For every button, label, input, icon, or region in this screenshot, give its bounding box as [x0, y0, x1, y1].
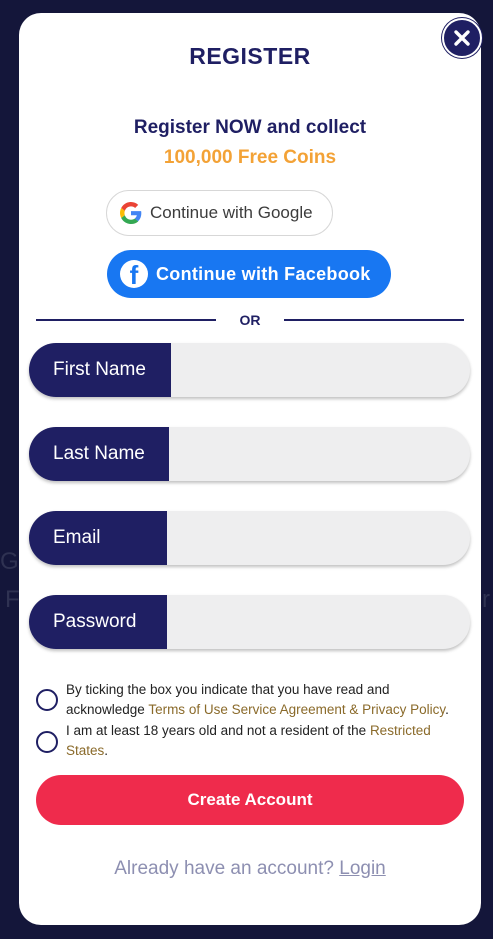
- background-text-fragment: r: [482, 586, 490, 613]
- age-text: I am at least 18 years old and not a res…: [66, 721, 466, 761]
- login-prompt-text: Already have an account?: [114, 858, 334, 879]
- last-name-label: Last Name: [29, 427, 169, 481]
- google-button-label: Continue with Google: [150, 203, 313, 222]
- terms-suffix: .: [445, 702, 449, 717]
- password-input[interactable]: [167, 595, 470, 649]
- register-modal: REGISTER Register NOW and collect 100,00…: [19, 13, 481, 925]
- age-checkbox[interactable]: [36, 731, 58, 753]
- terms-text: By ticking the box you indicate that you…: [66, 680, 466, 720]
- last-name-input[interactable]: [169, 427, 470, 481]
- first-name-input[interactable]: [171, 343, 470, 397]
- modal-title: REGISTER: [189, 43, 311, 69]
- create-account-button[interactable]: Create Account: [36, 775, 464, 825]
- close-icon: [453, 29, 471, 47]
- email-input[interactable]: [167, 511, 470, 565]
- age-prefix: I am at least 18 years old and not a res…: [66, 723, 370, 738]
- password-field: Password: [29, 595, 470, 649]
- background-text-fragment: G: [0, 548, 19, 575]
- email-label: Email: [29, 511, 167, 565]
- facebook-icon: f: [120, 260, 148, 288]
- first-name-label: First Name: [29, 343, 171, 397]
- terms-link[interactable]: Terms of Use Service Agreement & Privacy…: [148, 702, 445, 717]
- promo-coins: 100,000 Free Coins: [163, 147, 337, 168]
- background-text-fragment: F: [5, 586, 20, 613]
- divider-line-right: [284, 319, 464, 321]
- facebook-button-label: Continue with Facebook: [156, 263, 371, 284]
- last-name-field: Last Name: [29, 427, 470, 481]
- terms-checkbox[interactable]: [36, 689, 58, 711]
- age-suffix: .: [104, 743, 109, 758]
- login-link[interactable]: Login: [339, 858, 386, 879]
- password-label: Password: [29, 595, 167, 649]
- continue-with-facebook-button[interactable]: f Continue with Facebook: [107, 250, 391, 298]
- first-name-field: First Name: [29, 343, 470, 397]
- continue-with-google-button[interactable]: Continue with Google: [106, 190, 333, 236]
- close-button[interactable]: [442, 18, 482, 58]
- email-field: Email: [29, 511, 470, 565]
- login-prompt: Already have an account? Login: [19, 858, 481, 880]
- promo-text: Register NOW and collect: [133, 117, 367, 138]
- google-icon: [120, 202, 142, 224]
